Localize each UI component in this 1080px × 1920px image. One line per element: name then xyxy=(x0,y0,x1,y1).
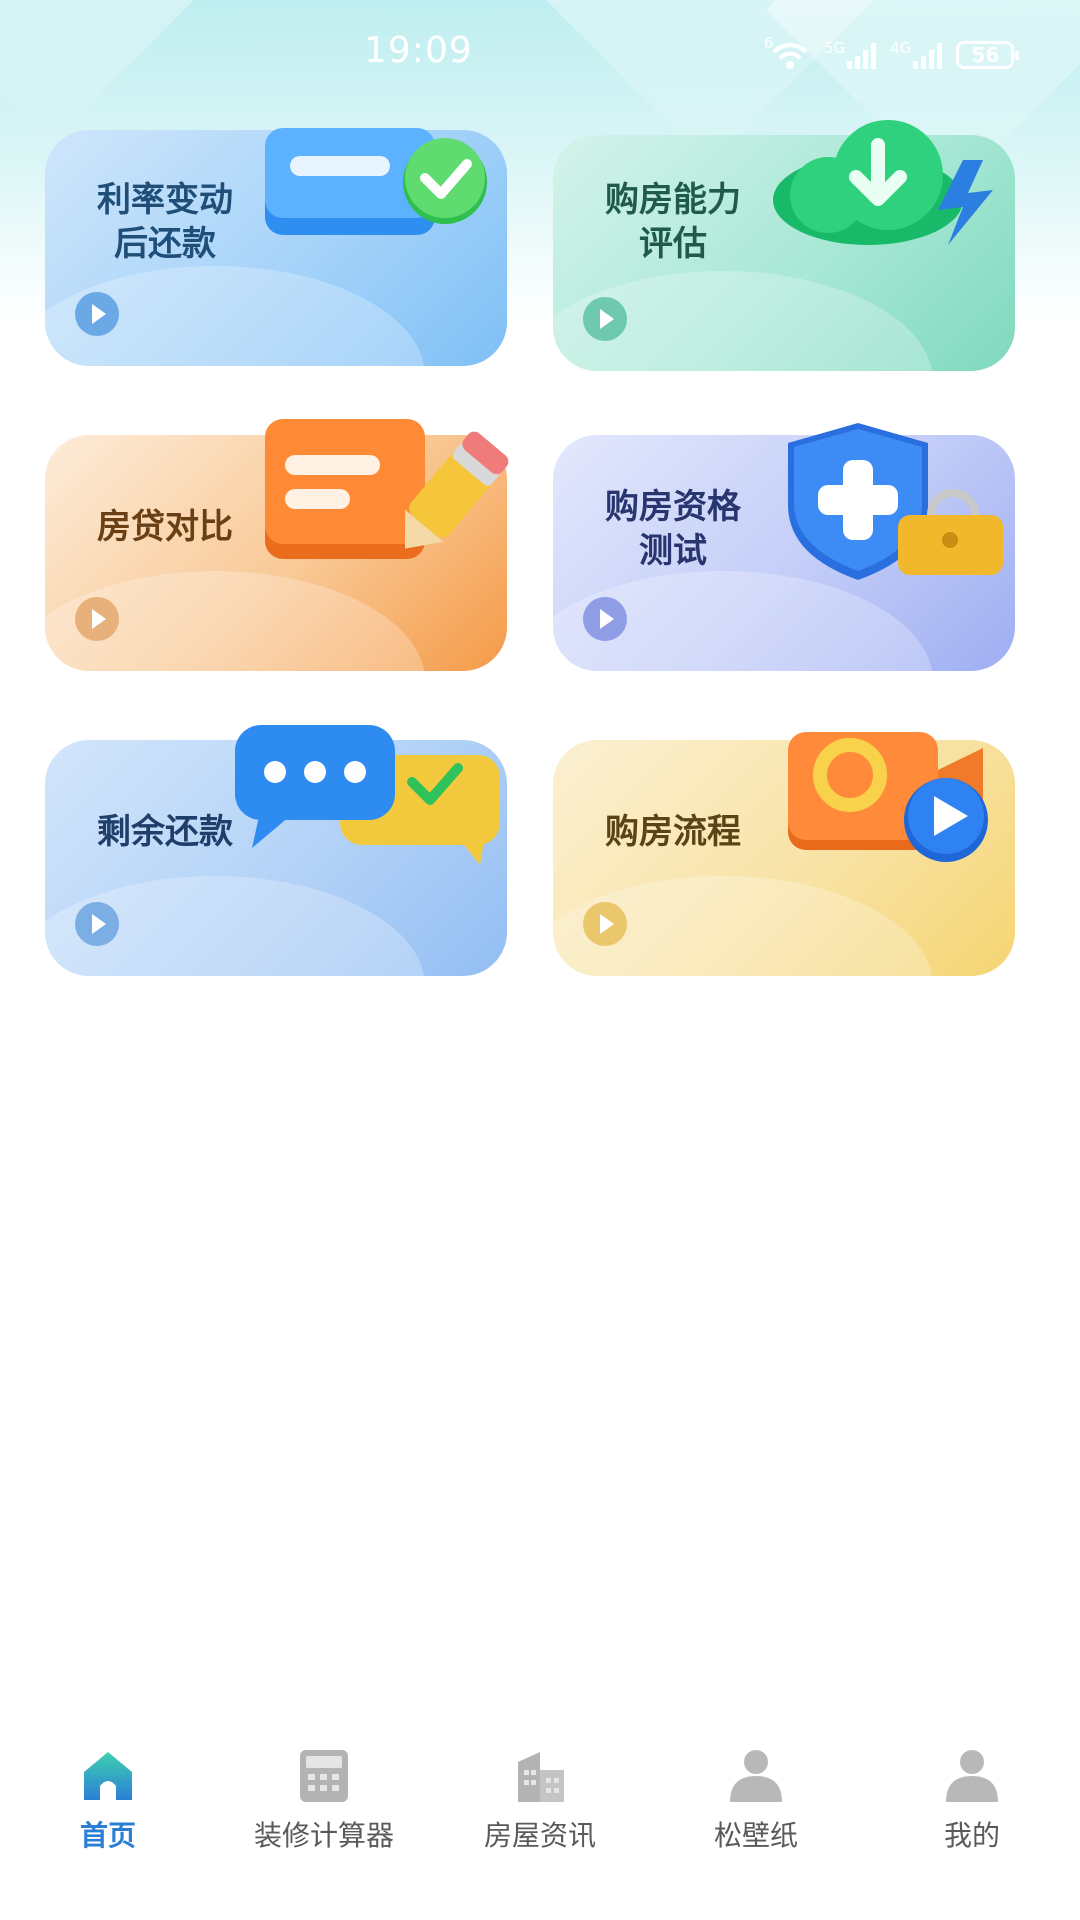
calculator-icon xyxy=(296,1748,352,1804)
nav-label-mine: 我的 xyxy=(943,1819,1000,1852)
nav-label-home: 首页 xyxy=(79,1819,136,1852)
card-check-icon xyxy=(255,120,505,254)
shield-plus-icon xyxy=(778,415,1008,589)
nav-item-wallpaper[interactable]: 松壁纸 xyxy=(656,1748,856,1878)
status-time: 19:09 xyxy=(364,30,473,71)
note-pencil-icon xyxy=(260,415,510,579)
signal-4g-icon: 4G xyxy=(890,39,943,69)
card-rate-change-repayment[interactable]: 利率变动 后还款 xyxy=(45,128,507,366)
signal-5g-label: 5G xyxy=(824,39,846,57)
card-purchase-qualification[interactable]: 购房资格 测试 xyxy=(553,423,1015,671)
play-icon[interactable] xyxy=(75,292,119,336)
nav-item-home[interactable]: 首页 xyxy=(8,1748,208,1878)
play-icon[interactable] xyxy=(583,597,627,641)
nav-label-calculator: 装修计算器 xyxy=(253,1819,394,1852)
nav-item-calculator[interactable]: 装修计算器 xyxy=(224,1748,424,1878)
person-icon xyxy=(728,1748,784,1804)
status-bar: 19:09 6 5G 4G 56 xyxy=(0,0,1080,110)
card-loan-compare[interactable]: 房贷对比 xyxy=(45,419,509,671)
play-icon[interactable] xyxy=(583,902,627,946)
card-title: 购房流程 xyxy=(605,812,741,852)
wifi-icon: 6 xyxy=(764,34,810,70)
nav-label-news: 房屋资讯 xyxy=(483,1819,596,1852)
play-icon[interactable] xyxy=(75,597,119,641)
card-purchase-capacity[interactable]: 购房能力 评估 xyxy=(553,120,1015,371)
battery-level: 56 xyxy=(971,43,1000,67)
video-camera-icon xyxy=(778,720,1018,884)
nav-item-news[interactable]: 房屋资讯 xyxy=(440,1748,640,1878)
cloud-download-icon xyxy=(768,115,1008,269)
play-icon[interactable] xyxy=(583,297,627,341)
wifi-label: 6 xyxy=(764,34,774,52)
signal-4g-label: 4G xyxy=(890,39,912,57)
play-icon[interactable] xyxy=(75,902,119,946)
card-title: 房贷对比 xyxy=(97,507,233,547)
card-title: 利率变动 后还款 xyxy=(97,180,233,264)
card-title: 购房能力 评估 xyxy=(605,180,741,264)
nav-item-mine[interactable]: 我的 xyxy=(872,1748,1072,1878)
card-title: 购房资格 测试 xyxy=(605,487,741,571)
nav-label-wallpaper: 松壁纸 xyxy=(713,1819,798,1852)
card-remaining-repayment[interactable]: 剩余还款 xyxy=(45,725,507,976)
signal-5g-icon: 5G xyxy=(824,39,877,69)
building-icon xyxy=(512,1748,568,1804)
person-icon xyxy=(944,1748,1000,1804)
card-purchase-process[interactable]: 购房流程 xyxy=(553,732,1015,976)
card-title: 剩余还款 xyxy=(97,812,233,852)
chat-bubbles-icon xyxy=(230,720,510,874)
home-icon xyxy=(80,1748,136,1804)
battery-icon: 56 xyxy=(956,41,1020,69)
